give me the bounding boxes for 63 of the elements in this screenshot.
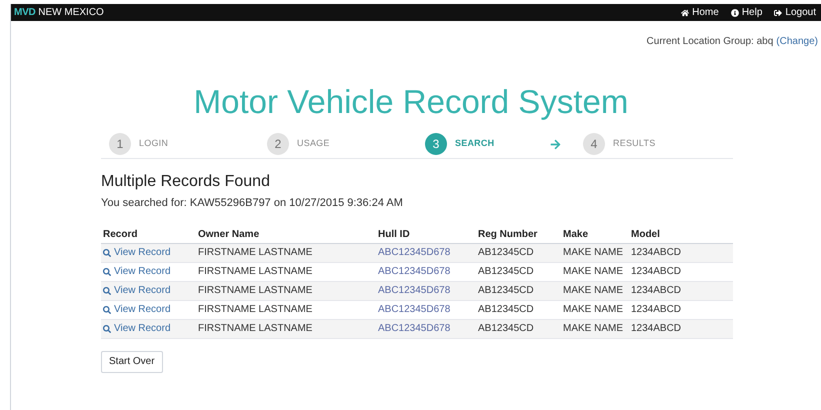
column-header: Hull ID xyxy=(378,229,410,240)
step-number: 1 xyxy=(109,133,131,155)
step-label: LOGIN xyxy=(139,137,168,150)
table-cell: FIRSTNAME LASTNAME xyxy=(198,304,312,315)
table-cell: MAKE NAME xyxy=(563,266,624,277)
hull-id-link[interactable]: ABC12345D678 xyxy=(378,304,450,315)
table-cell: MAKE NAME xyxy=(563,304,624,315)
step-label: RESULTS xyxy=(613,137,656,150)
nav-link[interactable]: Home xyxy=(681,5,719,20)
nav-link[interactable]: Help xyxy=(730,5,762,20)
search-icon xyxy=(103,248,111,256)
search-icon xyxy=(103,268,111,276)
table-cell: FIRSTNAME LASTNAME xyxy=(198,323,312,334)
exit-icon xyxy=(774,8,782,16)
hull-id-link[interactable]: ABC12345D678 xyxy=(378,266,450,277)
info-icon xyxy=(730,8,739,16)
view-record-link[interactable]: View Record xyxy=(103,245,196,260)
view-record-link[interactable]: View Record xyxy=(103,283,196,298)
view-record-link[interactable]: View Record xyxy=(103,302,196,317)
table-cell: MAKE NAME xyxy=(563,285,624,296)
house-icon xyxy=(681,8,690,16)
table-cell: FIRSTNAME LASTNAME xyxy=(198,247,312,258)
column-header: Reg Number xyxy=(478,229,538,240)
site-logo[interactable]: MVD NEW MEXICO xyxy=(14,8,104,18)
arrow-icon xyxy=(550,138,561,150)
hull-id-link[interactable]: ABC12345D678 xyxy=(378,247,450,258)
table-cell: 1234ABCD xyxy=(631,323,682,334)
hull-id-link[interactable]: ABC12345D678 xyxy=(378,323,450,334)
table-cell: MAKE NAME xyxy=(563,323,624,334)
results-heading: Multiple Records Found xyxy=(101,172,271,192)
view-record-link[interactable]: View Record xyxy=(103,264,196,279)
table-cell: 1234ABCD xyxy=(631,304,682,315)
search-icon xyxy=(103,324,111,332)
change-link[interactable]: (Change) xyxy=(776,34,818,49)
table-cell: AB12345CD xyxy=(478,323,534,334)
column-header: Record xyxy=(103,229,138,240)
search-icon xyxy=(103,286,111,294)
table-cell: 1234ABCD xyxy=(631,266,682,277)
table-cell: AB12345CD xyxy=(478,247,534,258)
table-cell: AB12345CD xyxy=(478,304,534,315)
step-number: 4 xyxy=(583,133,605,155)
table-cell: 1234ABCD xyxy=(631,285,682,296)
step-label: SEARCH xyxy=(455,137,494,150)
column-header: Make xyxy=(563,229,588,240)
table-cell: FIRSTNAME LASTNAME xyxy=(198,266,312,277)
table-cell: MAKE NAME xyxy=(563,247,624,258)
search-icon xyxy=(103,306,111,314)
table-cell: AB12345CD xyxy=(478,266,534,277)
search-summary: You searched for: KAW55296B797 on 10/27/2015 9:36:24 AM xyxy=(101,196,404,211)
column-header: Model xyxy=(631,229,660,240)
view-record-link[interactable]: View Record xyxy=(103,321,196,336)
step-number: 2 xyxy=(267,133,289,155)
page-title: Motor Vehicle Record System xyxy=(192,82,630,122)
step-label: USAGE xyxy=(297,137,330,150)
table-cell: FIRSTNAME LASTNAME xyxy=(198,285,312,296)
nav-link[interactable]: Logout xyxy=(774,5,816,20)
column-header: Owner Name xyxy=(198,229,260,240)
step-number: 3 xyxy=(425,133,447,155)
hull-id-link[interactable]: ABC12345D678 xyxy=(378,285,450,296)
table-cell: 1234ABCD xyxy=(631,247,682,258)
start-over-button[interactable]: Start Over xyxy=(101,350,163,372)
location-label: Current Location Group: abq xyxy=(646,35,774,49)
table-cell: AB12345CD xyxy=(478,285,534,296)
